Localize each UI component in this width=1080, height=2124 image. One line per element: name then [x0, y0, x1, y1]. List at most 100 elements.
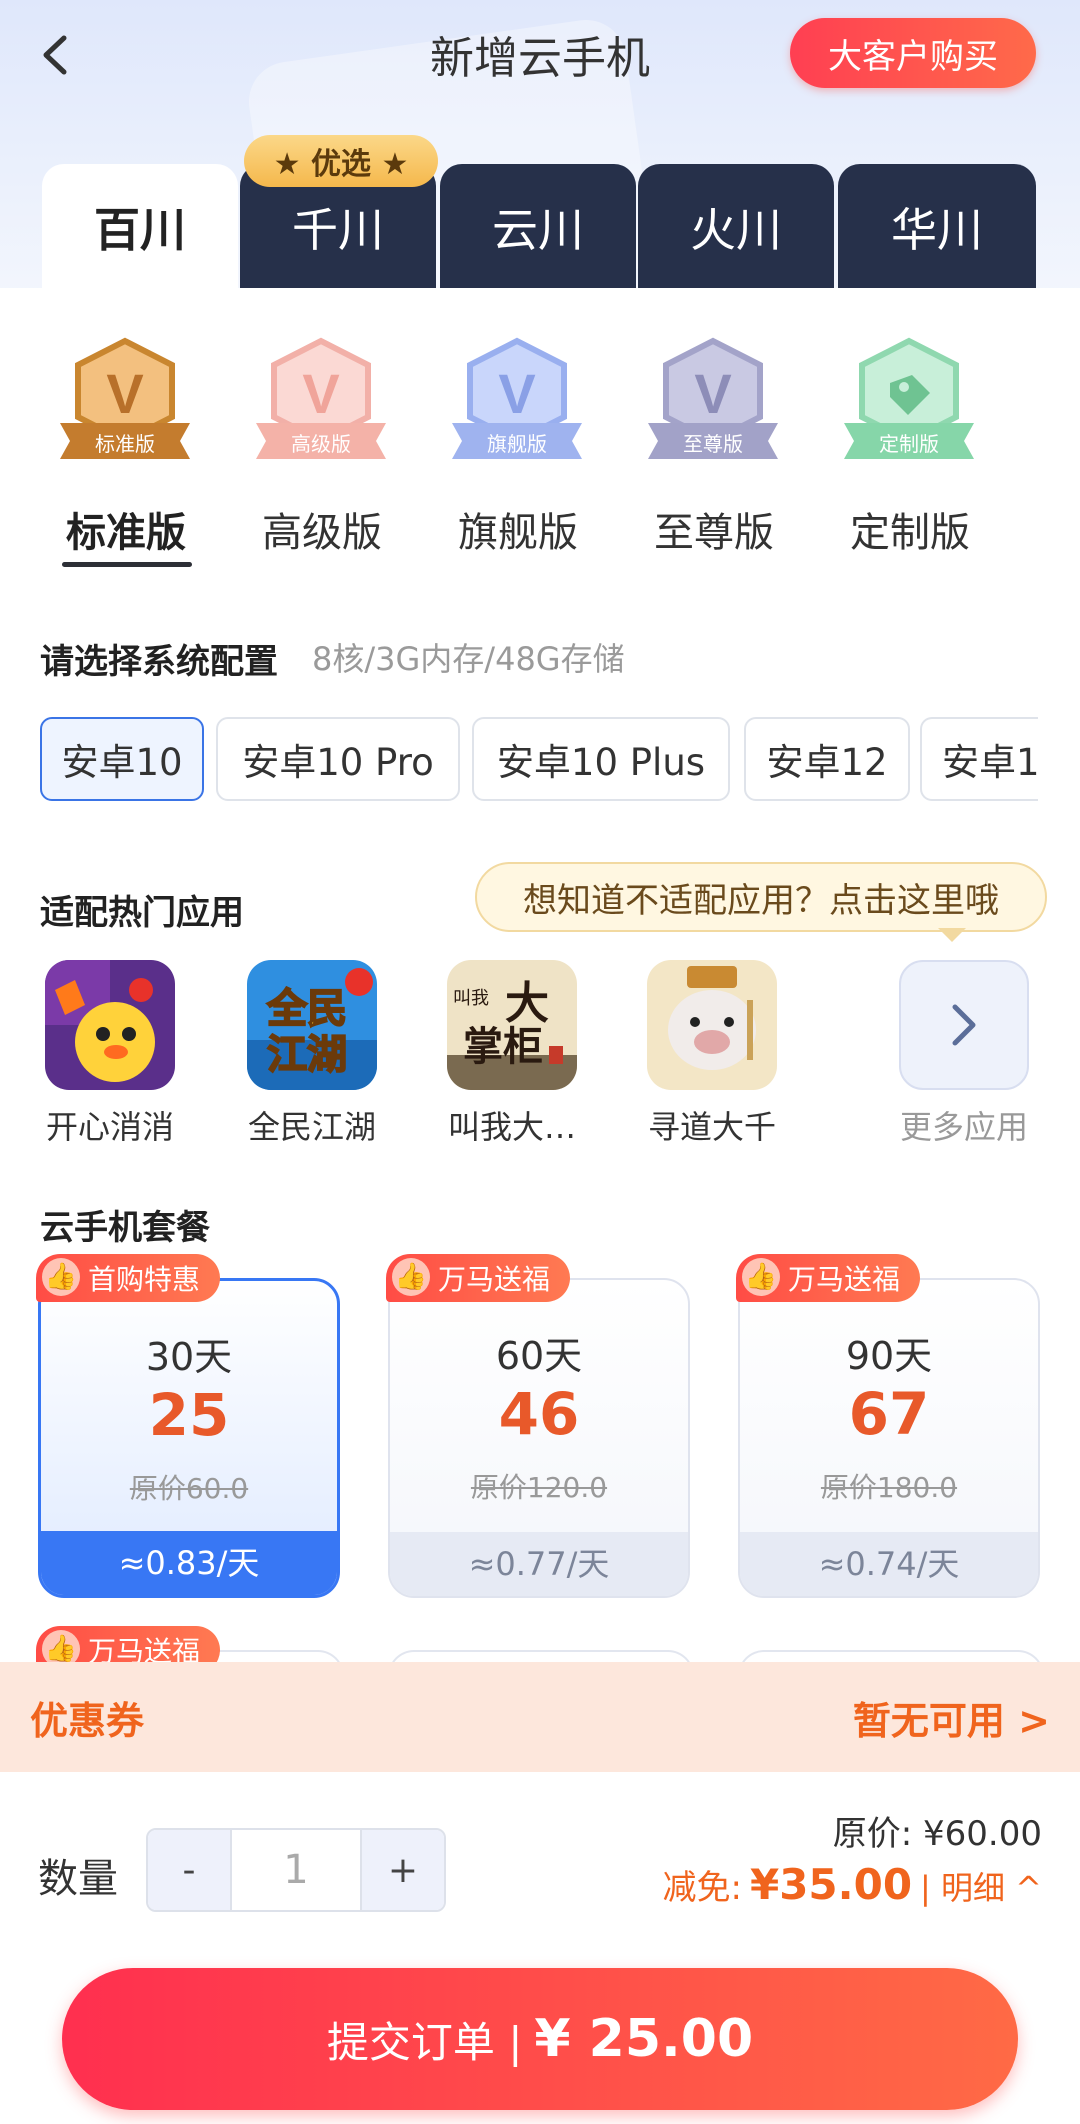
- svg-text:全民: 全民: [266, 986, 347, 1032]
- app-item-kaixin[interactable]: 开心消消: [20, 960, 200, 1148]
- package-price: 67: [848, 1380, 930, 1448]
- advanced-ribbon-text: 高级版: [291, 432, 351, 456]
- tab-yunchuan[interactable]: 云川: [440, 164, 636, 290]
- game-icon-jianghu: 全民 江湖: [247, 960, 377, 1090]
- flagship-edition-icon: V 旗舰版: [452, 337, 582, 459]
- edition-label-supreme[interactable]: 至尊版: [614, 500, 814, 558]
- preferred-badge: ★ 优选 ★: [244, 135, 438, 187]
- price-detail-toggle[interactable]: | 明细 ^: [920, 1863, 1042, 1909]
- game-icon-pig: [647, 960, 777, 1090]
- system-config-title: 请选择系统配置: [40, 642, 278, 682]
- edition-advanced[interactable]: V 高级版: [241, 335, 401, 465]
- discount-row: 减免: ¥35.00 | 明细 ^: [663, 1860, 1043, 1909]
- discount-label: 减免:: [662, 1868, 742, 1908]
- package-tag-first: 👍 首购特惠: [36, 1254, 221, 1302]
- edition-custom[interactable]: 定制版: [829, 335, 989, 465]
- package-original-price: 原价120.0: [470, 1471, 608, 1504]
- edition-label-flagship[interactable]: 旗舰版: [418, 500, 618, 558]
- advanced-edition-icon: V 高级版: [256, 337, 386, 459]
- package-price: 46: [498, 1380, 580, 1448]
- edition-supreme[interactable]: V 至尊版: [633, 335, 793, 465]
- package-tag-text: 万马送福: [438, 1263, 551, 1296]
- standard-edition-icon: V 标准版: [60, 337, 190, 459]
- package-tag-text: 万马送福: [788, 1263, 901, 1296]
- custom-ribbon-text: 定制版: [879, 432, 939, 456]
- tab-huochuan[interactable]: 火川: [638, 164, 834, 290]
- edition-flagship[interactable]: V 旗舰版: [437, 335, 597, 465]
- discount-amount: ¥35.00: [749, 1860, 913, 1909]
- package-price: 25: [148, 1381, 230, 1449]
- quantity-label: 数量: [38, 1856, 118, 1902]
- svg-text:V: V: [106, 362, 143, 425]
- chevron-right-icon: [952, 1004, 976, 1046]
- package-tag-third: 👍 万马送福: [736, 1254, 921, 1302]
- system-config-spec: 8核/3G内存/48G存储: [312, 640, 625, 678]
- app-name: 开心消消: [45, 1108, 174, 1146]
- more-apps-tile: [899, 960, 1029, 1090]
- edition-standard[interactable]: V 标准版: [45, 335, 205, 465]
- flagship-ribbon-text: 旗舰版: [487, 432, 547, 456]
- enterprise-purchase-button[interactable]: 大客户购买: [790, 18, 1036, 88]
- app-name: 叫我大…: [447, 1108, 576, 1146]
- package-days: 30天: [145, 1335, 233, 1379]
- os-option-android10-plus[interactable]: 安卓10 Plus: [472, 717, 730, 801]
- svg-text:大: 大: [505, 978, 549, 1029]
- standard-ribbon-text: 标准版: [95, 432, 155, 456]
- apps-title: 适配热门应用: [40, 893, 244, 933]
- game-icon-zhanggui: 大 掌柜 叫我: [447, 960, 577, 1090]
- app-name: 全民江湖: [247, 1108, 376, 1146]
- package-days: 90天: [845, 1334, 933, 1378]
- edition-label-standard[interactable]: 标准版: [26, 500, 226, 558]
- quantity-input[interactable]: 1: [230, 1830, 362, 1910]
- os-option-android12[interactable]: 安卓12: [744, 717, 910, 801]
- app-item-jianghu[interactable]: 全民 江湖 全民江湖: [222, 960, 402, 1148]
- thumbs-up-icon: 👍: [392, 1258, 430, 1296]
- package-tag-second: 👍 万马送福: [386, 1254, 571, 1302]
- svg-text:掌柜: 掌柜: [463, 1023, 543, 1070]
- coupon-label: 优惠券: [30, 1699, 145, 1743]
- edition-label-custom[interactable]: 定制版: [810, 500, 1010, 558]
- submit-order-button[interactable]: 提交订单 | ¥ 25.00: [62, 1968, 1018, 2110]
- app-item-zhanggui[interactable]: 大 掌柜 叫我 叫我大…: [422, 960, 602, 1148]
- submit-label: 提交订单 |: [326, 2017, 523, 2067]
- quantity-minus-button[interactable]: -: [148, 1830, 230, 1910]
- more-apps-button[interactable]: 更多应用: [874, 960, 1054, 1148]
- custom-edition-icon: 定制版: [844, 337, 974, 459]
- thumbs-up-icon: 👍: [42, 1258, 80, 1296]
- supreme-edition-icon: V 至尊版: [648, 337, 778, 459]
- package-card-90[interactable]: 90天 67 原价180.0 ≈0.74/天: [738, 1278, 1040, 1598]
- app-item-xundao[interactable]: 寻道大千: [622, 960, 802, 1148]
- package-per-day: ≈0.77/天: [390, 1532, 688, 1596]
- os-option-android10-pro[interactable]: 安卓10 Pro: [216, 717, 460, 801]
- svg-text:V: V: [694, 362, 731, 425]
- supreme-ribbon-text: 至尊版: [683, 432, 743, 456]
- quantity-stepper: - 1 +: [146, 1828, 446, 1912]
- package-card-60[interactable]: 60天 46 原价120.0 ≈0.77/天: [388, 1278, 690, 1598]
- package-per-day: ≈0.74/天: [740, 1532, 1038, 1596]
- coupon-status[interactable]: 暂无可用 >: [853, 1690, 1050, 1745]
- package-days: 60天: [495, 1334, 583, 1378]
- svg-text:江湖: 江湖: [267, 1032, 347, 1078]
- package-original-price: 原价180.0: [820, 1471, 958, 1504]
- svg-text:叫我: 叫我: [453, 988, 489, 1009]
- package-tag-text: 首购特惠: [88, 1263, 201, 1296]
- thumbs-up-icon: 👍: [742, 1258, 780, 1296]
- edition-active-indicator: [62, 562, 192, 567]
- package-card-30[interactable]: 30天 25 原价60.0 ≈0.83/天: [38, 1278, 340, 1598]
- game-icon-chick: [45, 960, 175, 1090]
- submit-amount: ¥ 25.00: [534, 2009, 754, 2069]
- package-per-day: ≈0.83/天: [41, 1531, 337, 1595]
- svg-text:V: V: [302, 362, 339, 425]
- app-name: 寻道大千: [647, 1108, 776, 1146]
- edition-label-advanced[interactable]: 高级版: [222, 500, 422, 558]
- svg-text:V: V: [498, 362, 535, 425]
- os-option-android10[interactable]: 安卓10: [40, 717, 204, 801]
- os-option-android1x[interactable]: 安卓1: [920, 717, 1038, 801]
- tab-baichuan[interactable]: 百川: [42, 164, 238, 290]
- original-total: 原价: ¥60.00: [832, 1814, 1042, 1854]
- more-apps-label: 更多应用: [899, 1108, 1028, 1146]
- unsupported-apps-tip[interactable]: 想知道不适配应用？点击这里哦: [475, 862, 1047, 932]
- quantity-plus-button[interactable]: +: [362, 1830, 444, 1910]
- package-original-price: 原价60.0: [129, 1472, 249, 1505]
- tab-huachuan[interactable]: 华川: [838, 164, 1036, 290]
